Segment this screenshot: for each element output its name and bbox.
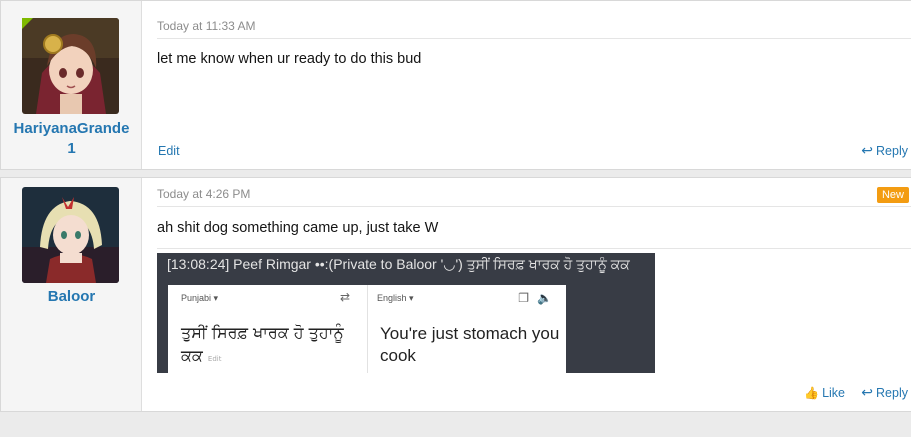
message-user-cell: Baloor bbox=[1, 178, 142, 411]
username-link[interactable]: Baloor bbox=[1, 287, 142, 307]
reply-arrow-icon: ↩ bbox=[861, 142, 874, 158]
source-text: ਤੁਸੀਂ ਸਿਰਫ਼ ਖਾਰਕ ਹੋ ਤੁਹਾਨੂੰ ਕਕ Edit bbox=[181, 321, 356, 371]
online-status-indicator bbox=[22, 18, 33, 29]
message-meta: Today at 4:26 PM New bbox=[157, 181, 911, 207]
like-label: Like bbox=[822, 386, 845, 400]
swap-languages-icon: ⇄ bbox=[340, 290, 351, 304]
translate-source-pane: Punjabi ▾ ⇄ ਤੁਸੀਂ ਸਿਰਫ਼ ਖਾਰਕ ਹੋ ਤੁਹਾਨੂੰ … bbox=[168, 285, 368, 373]
chat-log-line: [13:08:24] Peef Rimgar ••:(Private to Ba… bbox=[167, 256, 630, 272]
translate-tools: ❐ 🔈 bbox=[510, 291, 552, 305]
username-line-2[interactable]: 1 bbox=[1, 139, 142, 159]
message-post: Baloor Today at 4:26 PM New ah shit dog … bbox=[0, 177, 911, 412]
translated-text: You're just stomach you cook bbox=[380, 324, 560, 365]
avatar[interactable] bbox=[22, 187, 119, 283]
attached-screenshot[interactable]: [13:08:24] Peef Rimgar ••:(Private to Ba… bbox=[157, 253, 655, 373]
username-link[interactable]: HariyanaGrande 1 bbox=[1, 119, 142, 159]
reply-button[interactable]: ↩ Reply bbox=[861, 142, 908, 158]
new-badge: New bbox=[876, 187, 909, 203]
post-timestamp[interactable]: Today at 11:33 AM bbox=[157, 19, 256, 33]
speaker-icon: 🔈 bbox=[537, 291, 552, 305]
message-user-cell: HariyanaGrande 1 bbox=[1, 1, 142, 169]
source-text-value: ਤੁਸੀਂ ਸਿਰਫ਼ ਖਾਰਕ ਹੋ ਤੁਹਾਨੂੰ ਕਕ bbox=[181, 323, 344, 365]
reply-arrow-icon: ↩ bbox=[861, 384, 874, 400]
thumbs-up-icon: 👍 bbox=[804, 386, 820, 400]
username-line-1[interactable]: HariyanaGrande bbox=[1, 119, 142, 139]
target-language-select: English ▾ bbox=[377, 293, 414, 303]
translate-panel: Punjabi ▾ ⇄ ਤੁਸੀਂ ਸਿਰਫ਼ ਖਾਰਕ ਹੋ ਤੁਹਾਨੂੰ … bbox=[168, 285, 566, 373]
message-post: HariyanaGrande 1 Today at 11:33 AM let m… bbox=[0, 0, 911, 170]
source-edit-label: Edit bbox=[207, 355, 222, 363]
message-body: let me know when ur ready to do this bud bbox=[157, 51, 422, 67]
reply-label: Reply bbox=[876, 144, 908, 158]
edit-button[interactable]: Edit bbox=[158, 144, 180, 158]
copy-icon: ❐ bbox=[518, 291, 530, 305]
post-timestamp[interactable]: Today at 4:26 PM bbox=[157, 187, 250, 201]
source-language-select: Punjabi ▾ bbox=[181, 293, 219, 303]
message-meta: Today at 11:33 AM bbox=[157, 13, 911, 39]
content-divider bbox=[157, 248, 911, 249]
like-button[interactable]: 👍 Like bbox=[804, 386, 845, 400]
avatar[interactable] bbox=[22, 18, 119, 114]
reply-button[interactable]: ↩ Reply bbox=[861, 384, 908, 400]
translate-target-pane: English ▾ ❐ 🔈 You're just stomach you coo… bbox=[368, 285, 566, 373]
message-body: ah shit dog something came up, just take… bbox=[157, 220, 439, 236]
reply-label: Reply bbox=[876, 386, 908, 400]
